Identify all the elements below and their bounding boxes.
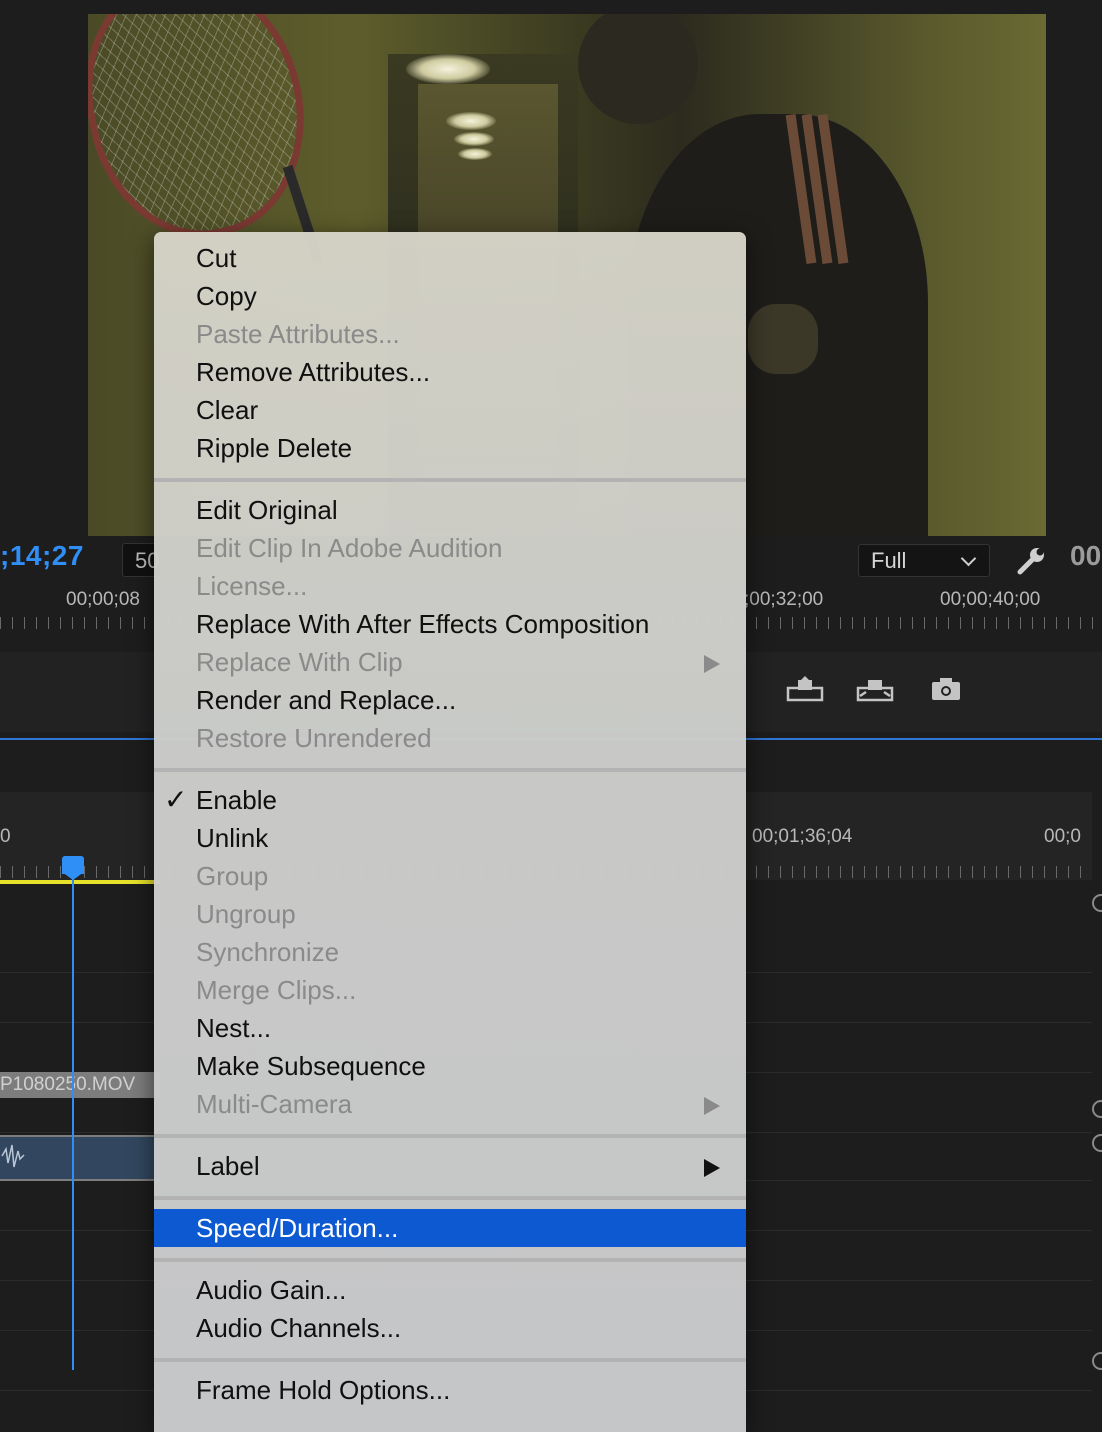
video-clip[interactable]: P1080250.MOV (0, 1072, 160, 1098)
menu-item-label: Label (196, 1151, 260, 1181)
menu-item-speed-duration[interactable]: Speed/Duration... (154, 1209, 746, 1247)
submenu-arrow-icon (704, 655, 720, 673)
menu-item-label: Replace With After Effects Composition (196, 609, 650, 639)
menu-item-label: Replace With Clip (196, 647, 403, 677)
menu-item-restore-unrendered: Restore Unrendered (154, 719, 746, 757)
menu-item-label: Render and Replace... (196, 685, 457, 715)
ceiling-light (458, 148, 492, 160)
menu-separator (154, 1358, 746, 1362)
ruler-label: 00;00;40;00 (940, 589, 1041, 610)
menu-item-replace-with-ae-comp[interactable]: Replace With After Effects Composition (154, 605, 746, 643)
menu-item-label: Remove Attributes... (196, 357, 431, 387)
menu-item-label: Ripple Delete (196, 433, 353, 463)
menu-item-paste-attributes: Paste Attributes... (154, 315, 746, 353)
playhead-line[interactable] (72, 866, 74, 1370)
track-scroll-knob[interactable] (1092, 894, 1102, 912)
chevron-down-icon (960, 550, 977, 567)
duration-timecode: 00 (1070, 540, 1102, 571)
submenu-arrow-icon (704, 1097, 720, 1115)
track-scroll-knob[interactable] (1092, 1352, 1102, 1370)
menu-item-label: Edit Original (196, 495, 338, 525)
menu-item-label: Unlink (196, 823, 269, 853)
clip-context-menu: Cut Copy Paste Attributes... Remove Attr… (154, 232, 746, 1432)
wrench-icon[interactable] (1014, 544, 1048, 578)
menu-item-merge-clips: Merge Clips... (154, 971, 746, 1009)
ceiling-light (406, 54, 490, 84)
menu-item-label: Copy (196, 281, 257, 311)
menu-item-unlink[interactable]: Unlink (154, 819, 746, 857)
checkmark-icon: ✓ (164, 784, 188, 815)
menu-item-license: License... (154, 567, 746, 605)
menu-item-audio-channels[interactable]: Audio Channels... (154, 1309, 746, 1347)
menu-item-ripple-delete[interactable]: Ripple Delete (154, 429, 746, 467)
menu-item-label: Enable (196, 785, 277, 815)
person-head (578, 14, 698, 124)
menu-item-label: Clear (196, 395, 259, 425)
menu-item-label: Merge Clips... (196, 975, 357, 1005)
menu-item-label: Multi-Camera (196, 1089, 353, 1119)
menu-item-nest[interactable]: Nest... (154, 1009, 746, 1047)
menu-item-multi-camera: Multi-Camera (154, 1085, 746, 1123)
menu-item-replace-with-clip: Replace With Clip (154, 643, 746, 681)
menu-item-label: Nest... (196, 1013, 272, 1043)
menu-item-label: Cut (196, 243, 237, 273)
track-scroll-knob[interactable] (1092, 1100, 1102, 1118)
audio-clip[interactable] (0, 1135, 160, 1181)
menu-item-enable[interactable]: ✓ Enable (154, 781, 746, 819)
menu-item-label: Speed/Duration... (196, 1213, 399, 1243)
ceiling-light (454, 132, 494, 146)
menu-item-clear[interactable]: Clear (154, 391, 746, 429)
ruler-label: 0 (0, 826, 11, 847)
menu-item-label: Audio Gain... (196, 1275, 347, 1305)
camera-icon[interactable] (930, 676, 968, 702)
ceiling-light (446, 112, 496, 130)
ruler-label: 00;01;36;04 (752, 826, 853, 847)
menu-item-label: Make Subsequence (196, 1051, 426, 1081)
ruler-label: 00;00;08 (66, 589, 140, 610)
menu-item-label: License... (196, 571, 308, 601)
lift-icon[interactable] (786, 676, 824, 702)
playback-resolution-select[interactable]: Full (858, 544, 990, 577)
menu-item-synchronize: Synchronize (154, 933, 746, 971)
menu-item-label: Paste Attributes... (196, 319, 400, 349)
menu-item-ungroup: Ungroup (154, 895, 746, 933)
extract-icon[interactable] (856, 676, 894, 702)
menu-item-edit-original[interactable]: Edit Original (154, 491, 746, 529)
menu-item-group: Group (154, 857, 746, 895)
menu-item-edit-clip-in-audition: Edit Clip In Adobe Audition (154, 529, 746, 567)
tennis-racket (88, 14, 328, 258)
menu-item-label-submenu[interactable]: Label (154, 1147, 746, 1185)
menu-item-label: Frame Hold Options... (196, 1375, 451, 1405)
playhead-timecode[interactable]: ;14;27 (0, 540, 84, 572)
menu-item-label: Ungroup (196, 899, 296, 929)
ruler-label: ;00;32;00 (744, 589, 824, 610)
menu-item-frame-hold-options[interactable]: Frame Hold Options... (154, 1371, 746, 1409)
menu-separator (154, 1134, 746, 1138)
menu-separator (154, 1258, 746, 1262)
menu-item-copy[interactable]: Copy (154, 277, 746, 315)
work-area-bar[interactable] (0, 880, 160, 884)
menu-item-make-subsequence[interactable]: Make Subsequence (154, 1047, 746, 1085)
menu-item-label: Audio Channels... (196, 1313, 402, 1343)
menu-item-label: Edit Clip In Adobe Audition (196, 533, 503, 563)
resolution-value: Full (871, 548, 907, 573)
menu-item-audio-gain[interactable]: Audio Gain... (154, 1271, 746, 1309)
menu-separator (154, 478, 746, 482)
menu-item-cut[interactable]: Cut (154, 239, 746, 277)
menu-item-label: Group (196, 861, 269, 891)
person-hand (748, 304, 818, 374)
ruler-label: 00;0 (1044, 826, 1081, 847)
menu-separator (154, 1196, 746, 1200)
menu-separator (154, 768, 746, 772)
submenu-arrow-icon (704, 1159, 720, 1177)
menu-item-remove-attributes[interactable]: Remove Attributes... (154, 353, 746, 391)
track-scroll-knob[interactable] (1092, 1134, 1102, 1152)
menu-item-label: Restore Unrendered (196, 723, 432, 753)
menu-item-label: Synchronize (196, 937, 340, 967)
menu-item-render-and-replace[interactable]: Render and Replace... (154, 681, 746, 719)
